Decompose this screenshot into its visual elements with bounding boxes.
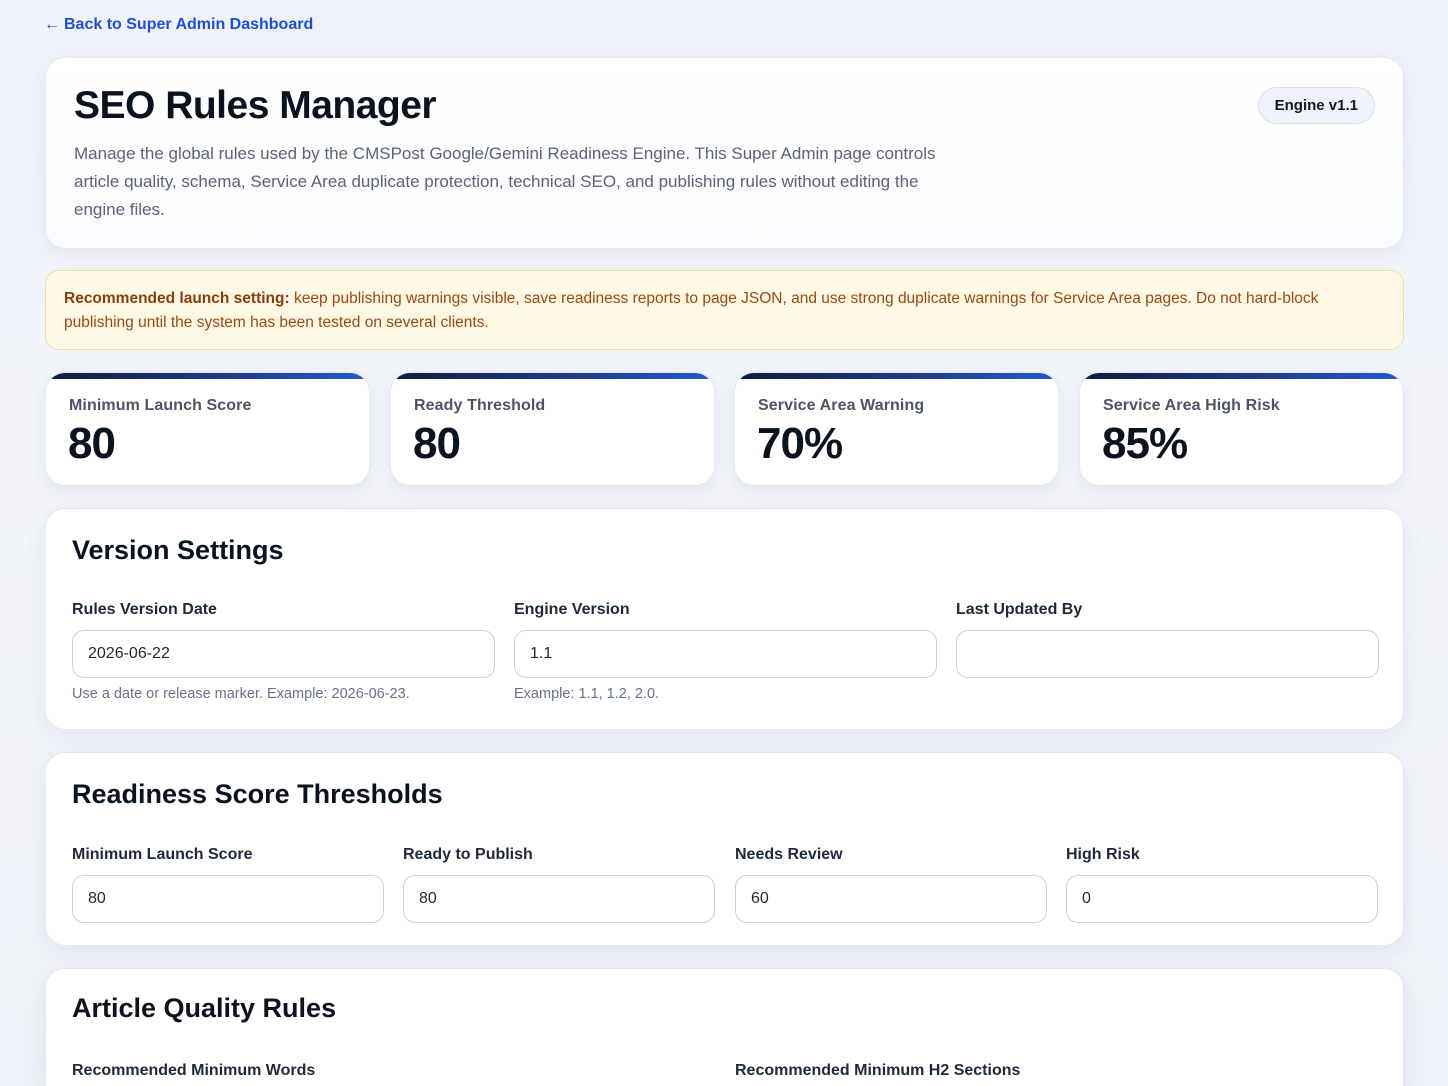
needs-review-input[interactable]: [735, 875, 1047, 923]
stat-card-service-area-warning: Service Area Warning 70%: [734, 372, 1059, 486]
section-title: Version Settings: [72, 535, 284, 565]
stat-label: Service Area High Risk: [1103, 397, 1280, 414]
section-title: Readiness Score Thresholds: [72, 779, 443, 809]
back-link-label: Back to Super Admin Dashboard: [64, 16, 314, 33]
page: ← Back to Super Admin Dashboard SEO Rule…: [0, 0, 1448, 1086]
stat-value: 80: [413, 419, 461, 468]
high-risk-input[interactable]: [1066, 875, 1378, 923]
stat-card-min-launch-score: Minimum Launch Score 80: [45, 372, 370, 486]
stat-value: 70%: [757, 419, 843, 468]
field-label: Needs Review: [735, 846, 843, 863]
stat-label: Ready Threshold: [414, 397, 546, 414]
field-hint: Example: 1.1, 1.2, 2.0.: [514, 686, 660, 702]
recommended-min-words-field: Recommended Minimum Words: [72, 1062, 712, 1082]
field-label: Last Updated By: [956, 601, 1083, 618]
field-label: Rules Version Date: [72, 601, 217, 618]
engine-version-input[interactable]: [514, 630, 937, 678]
stat-card-ready-threshold: Ready Threshold 80: [390, 372, 715, 486]
engine-version-field: Engine Version Example: 1.1, 1.2, 2.0.: [514, 601, 937, 702]
high-risk-field: High Risk: [1066, 846, 1378, 923]
version-settings-section: Version Settings Rules Version Date Use …: [45, 508, 1404, 730]
section-title: Article Quality Rules: [72, 993, 337, 1023]
page-description: Manage the global rules used by the CMSP…: [74, 144, 936, 219]
arrow-left-icon: ←: [44, 16, 60, 33]
field-label: Recommended Minimum H2 Sections: [735, 1062, 1021, 1079]
stat-accent-bar: [735, 373, 1058, 379]
minimum-launch-score-field: Minimum Launch Score: [72, 846, 384, 923]
field-label: Engine Version: [514, 601, 630, 618]
launch-setting-notice: Recommended launch setting: keep publish…: [45, 270, 1404, 350]
field-label: Recommended Minimum Words: [72, 1062, 316, 1079]
stat-card-service-area-high-risk: Service Area High Risk 85%: [1079, 372, 1404, 486]
readiness-thresholds-section: Readiness Score Thresholds Minimum Launc…: [45, 752, 1404, 946]
notice-lead: Recommended launch setting:: [64, 290, 290, 307]
ready-to-publish-field: Ready to Publish: [403, 846, 715, 923]
stat-accent-bar: [1080, 373, 1403, 379]
last-updated-by-field: Last Updated By: [956, 601, 1379, 678]
stat-label: Minimum Launch Score: [69, 397, 252, 414]
minimum-launch-score-input[interactable]: [72, 875, 384, 923]
rules-version-date-field: Rules Version Date Use a date or release…: [72, 601, 495, 702]
header-card: SEO Rules Manager Manage the global rule…: [45, 57, 1404, 249]
rules-version-date-input[interactable]: [72, 630, 495, 678]
engine-version-badge: Engine v1.1: [1257, 87, 1375, 124]
field-hint: Use a date or release marker. Example: 2…: [72, 686, 410, 702]
field-label: Minimum Launch Score: [72, 846, 253, 863]
stat-value: 85%: [1102, 419, 1188, 468]
last-updated-by-input[interactable]: [956, 630, 1379, 678]
stat-label: Service Area Warning: [758, 397, 925, 414]
stat-value: 80: [68, 419, 116, 468]
article-quality-section: Article Quality Rules Recommended Minimu…: [45, 968, 1404, 1086]
stat-accent-bar: [391, 373, 714, 379]
stat-accent-bar: [46, 373, 369, 379]
ready-to-publish-input[interactable]: [403, 875, 715, 923]
field-label: Ready to Publish: [403, 846, 533, 863]
back-to-dashboard-link[interactable]: ← Back to Super Admin Dashboard: [44, 16, 313, 34]
recommended-min-h2-field: Recommended Minimum H2 Sections: [735, 1062, 1375, 1082]
needs-review-field: Needs Review: [735, 846, 1047, 923]
page-title: SEO Rules Manager: [74, 84, 437, 127]
field-label: High Risk: [1066, 846, 1140, 863]
